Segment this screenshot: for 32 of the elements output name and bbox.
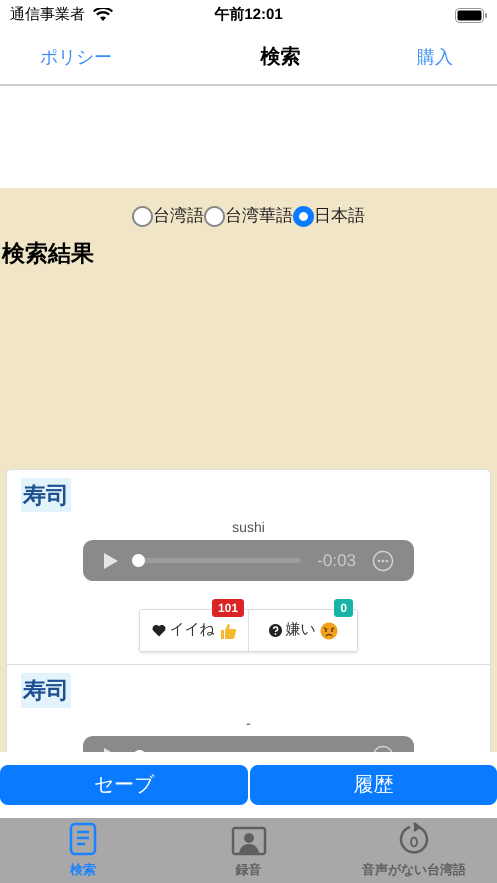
play-icon[interactable] (103, 552, 119, 570)
carrier-name: 通信事業者 (10, 4, 85, 25)
tab-item[interactable]: 録音 (166, 818, 332, 883)
count-badge: 0 (334, 599, 353, 617)
rotate-arrow-icon (398, 822, 430, 856)
count-badge: 101 (212, 599, 244, 617)
wifi-icon (93, 8, 113, 22)
results-heading: 検索結果 (2, 239, 95, 268)
time-remaining: -0:03 (317, 550, 356, 572)
battery-icon (455, 8, 487, 22)
reading-text: - (246, 714, 251, 732)
reading-text: sushi (232, 518, 265, 536)
save-button[interactable]: セーブ (0, 765, 248, 805)
angry-face-icon (320, 622, 338, 640)
document-icon (68, 822, 97, 856)
person-portrait-icon (230, 826, 266, 856)
nav-title: 検索 (260, 45, 300, 70)
tab-item[interactable]: 音声がない台湾語 (331, 818, 497, 883)
language-radio[interactable]: 日本語 (293, 203, 365, 229)
status-time: 午前12:01 (214, 4, 283, 25)
thumbs-up-icon (218, 622, 236, 640)
purchase-link[interactable]: 購入 (417, 44, 453, 70)
more-icon[interactable] (372, 550, 394, 572)
heart-icon (152, 624, 166, 637)
question-icon (268, 624, 282, 637)
progress-thumb[interactable] (132, 554, 146, 567)
word-title: 寿司 (21, 478, 71, 512)
word-title: 寿司 (21, 673, 71, 708)
policy-link[interactable]: ポリシー (40, 44, 112, 70)
history-button[interactable]: 履歴 (250, 765, 497, 805)
language-radio[interactable]: 台湾語 (132, 203, 204, 229)
language-radio[interactable]: 台湾華語 (204, 203, 293, 229)
